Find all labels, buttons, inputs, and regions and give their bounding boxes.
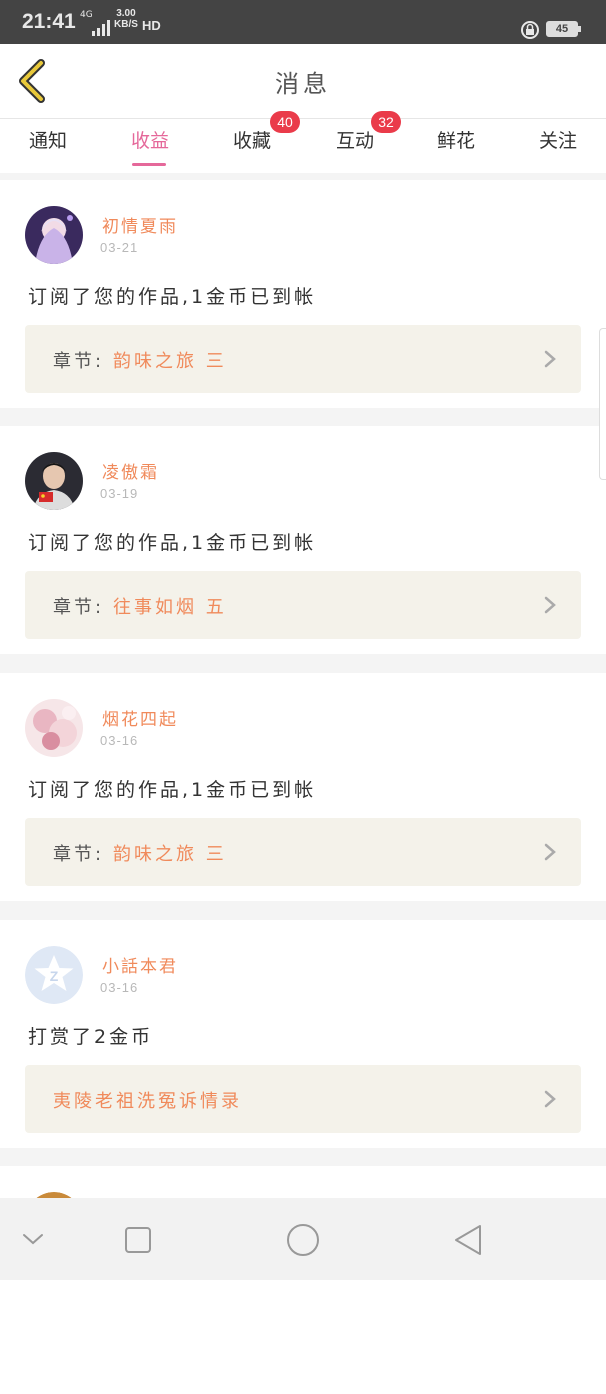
message-text: 订阅了您的作品,1金币已到帐 [28,532,317,554]
active-tab-indicator [132,163,166,166]
username[interactable]: 凌傲霜 [102,458,159,483]
message-date: 03-16 [100,733,139,748]
chevron-right-icon [544,350,556,368]
chapter-link[interactable]: 章节: 往事如烟 五 [25,571,581,639]
avatar-anime-girl-icon [25,206,83,264]
list-item: 烟花四起 03-16 订阅了您的作品,1金币已到帐 章节: 韵味之旅 三 [0,673,606,901]
username[interactable]: 烟花四起 [102,705,178,730]
interaction-badge: 32 [371,111,401,133]
chevron-right-icon [544,843,556,861]
favorites-badge: 40 [270,111,300,133]
status-bar: 21:41 4G 3.00 KB/S HD 45 [0,0,606,44]
tab-follow[interactable]: 关注 [518,119,598,173]
tab-label: 收藏 [232,130,271,152]
battery-icon: 45 [546,21,581,37]
home-button[interactable] [273,1198,333,1280]
net-speed-value: 3.00 [116,8,136,19]
network-type: 4G [80,10,93,20]
avatar-person-icon [25,452,83,510]
tab-label: 鲜花 [436,130,475,152]
chapter-link[interactable]: 章节: 韵味之旅 三 [25,818,581,886]
list-item: 凌傲霜 03-19 订阅了您的作品,1金币已到帐 章节: 往事如烟 五 [0,426,606,654]
circle-icon [287,1224,319,1256]
message-date: 03-21 [100,240,139,255]
message-text: 订阅了您的作品,1金币已到帐 [28,286,317,308]
avatar-flower-icon [25,699,83,757]
tab-interaction[interactable]: 互动 32 [315,111,401,173]
message-text: 打赏了2金币 [28,1026,154,1048]
username[interactable]: 初情夏雨 [102,212,178,237]
tab-notice[interactable]: 通知 [8,119,88,173]
hd-indicator: HD [142,18,161,33]
svg-text:Z: Z [50,968,59,984]
chapter-label: 章节: [53,844,105,865]
tab-bar: 通知 收益 收藏 40 互动 32 鲜花 关注 [0,111,606,173]
net-speed: 3.00 KB/S [114,8,138,30]
chapter-title: 韵味之旅 三 [113,351,227,372]
default-avatar-icon: Z [25,946,83,1004]
avatar[interactable] [25,699,83,757]
message-date: 03-16 [100,980,139,995]
chapter-title: 往事如烟 五 [113,597,227,618]
list-item: 初情夏雨 03-21 订阅了您的作品,1金币已到帐 章节: 韵味之旅 三 [0,180,606,408]
tab-flowers[interactable]: 鲜花 [416,119,496,173]
tab-label: 关注 [538,130,577,152]
status-time: 21:41 [22,10,76,33]
username[interactable]: 小話本君 [102,952,178,977]
triangle-back-icon [455,1225,481,1255]
tab-earnings[interactable]: 收益 [110,119,190,173]
message-text: 订阅了您的作品,1金币已到帐 [28,779,317,801]
list-item: Z 小話本君 03-16 打赏了2金币 夷陵老祖洗冤诉情录 [0,920,606,1148]
tab-label: 通知 [28,130,67,152]
tab-label: 互动 [335,130,374,152]
chevron-right-icon [544,596,556,614]
hide-nav-button[interactable] [4,1198,64,1280]
signal-icon [92,20,110,36]
chevron-down-icon [23,1234,43,1245]
chevron-right-icon [544,1090,556,1108]
square-icon [125,1227,151,1253]
avatar[interactable] [25,206,83,264]
recent-apps-button[interactable] [108,1198,168,1280]
avatar[interactable] [25,452,83,510]
tab-favorites[interactable]: 收藏 40 [212,111,300,173]
scroll-indicator[interactable] [599,328,606,480]
book-title: 夷陵老祖洗冤诉情录 [53,1091,242,1112]
rotation-lock-icon [521,21,539,39]
message-date: 03-19 [100,486,139,501]
tab-label: 收益 [130,130,169,152]
chapter-title: 韵味之旅 三 [113,844,227,865]
page-title: 消息 [275,70,331,98]
avatar[interactable]: Z [25,946,83,1004]
chapter-label: 章节: [53,351,105,372]
system-nav-bar [0,1198,606,1280]
chapter-label: 章节: [53,597,105,618]
net-speed-unit: KB/S [114,19,138,30]
chapter-link[interactable]: 章节: 韵味之旅 三 [25,325,581,393]
back-nav-button[interactable] [438,1198,498,1280]
book-link[interactable]: 夷陵老祖洗冤诉情录 [25,1065,581,1133]
header: 消息 [0,44,606,119]
